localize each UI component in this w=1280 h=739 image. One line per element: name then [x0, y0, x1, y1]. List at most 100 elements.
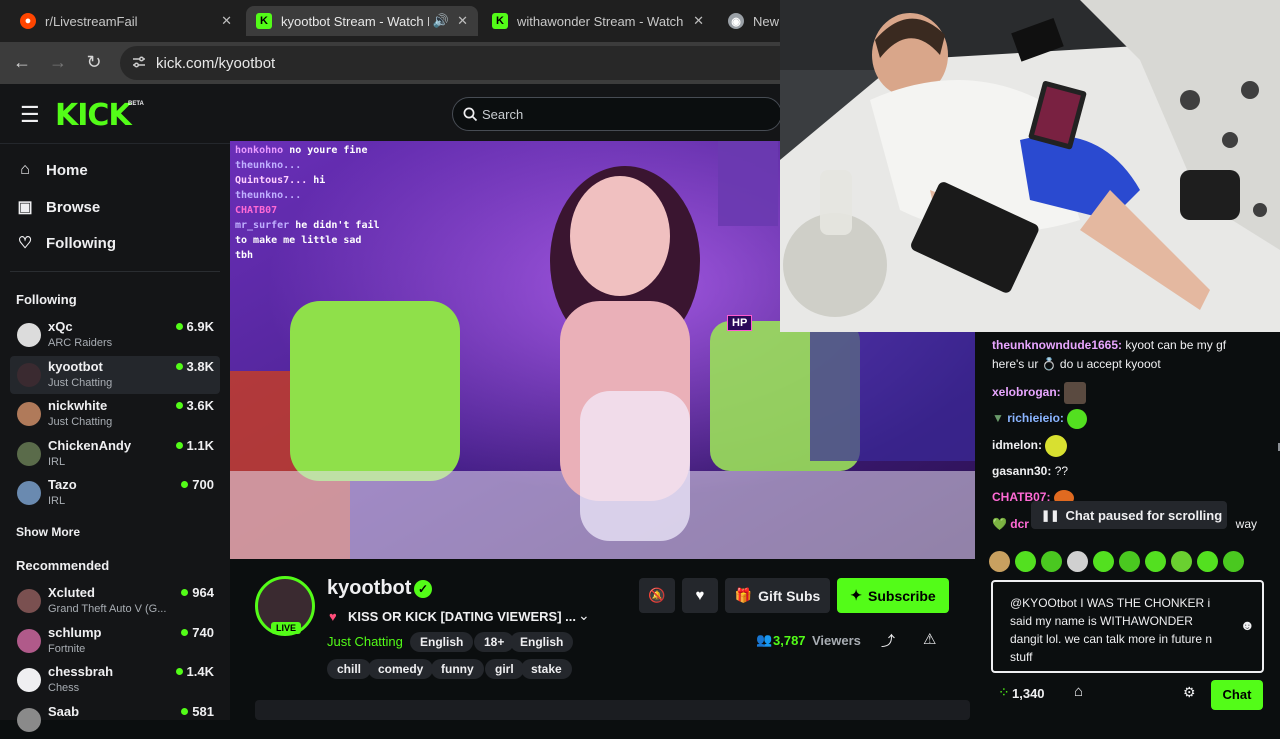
overlay-chat-line: theunkno... — [235, 188, 385, 203]
emote-button[interactable] — [1093, 551, 1114, 572]
kick-icon: K — [256, 13, 272, 29]
chat-username[interactable]: gasann30: — [992, 464, 1051, 478]
viewer-count: 1.4K — [176, 664, 214, 679]
overlay-user: mr_surfer — [235, 220, 290, 231]
chat-username[interactable]: dcr — [1010, 517, 1029, 531]
browse-icon: ▣ — [17, 199, 33, 216]
chevron-down-icon[interactable]: ⌄ — [578, 607, 590, 624]
overlay-chat: honkohno no youre fine theunkno... Quint… — [235, 143, 385, 263]
emote-button[interactable] — [1119, 551, 1140, 572]
chat-username[interactable]: idmelon: — [992, 438, 1042, 452]
forward-icon[interactable]: → — [47, 52, 69, 73]
avatar — [17, 668, 41, 692]
site-settings-icon[interactable] — [132, 55, 146, 69]
chat-username[interactable]: theunknowndude1665: — [992, 338, 1122, 352]
emote-button[interactable] — [1041, 551, 1062, 572]
nav-home[interactable]: ⌂ Home — [16, 161, 88, 179]
url-bar[interactable]: kick.com/kyootbot — [120, 46, 820, 80]
emote-button[interactable] — [1223, 551, 1244, 572]
emoji-icon[interactable]: ☻ — [1240, 617, 1255, 633]
tab-title: r/LivestreamFail — [45, 13, 138, 29]
chat-paused-button[interactable]: ❚❚ Chat paused for scrolling — [1031, 501, 1227, 529]
sidebar-channel-chessbrah[interactable]: chessbrah Chess 1.4K — [10, 661, 220, 699]
subscribe-button[interactable]: ✦ Subscribe — [837, 578, 949, 613]
tab-kyootbot[interactable]: K kyootbot Stream - Watch Live on Kick 🔊… — [246, 6, 478, 36]
gift-icon: 🎁 — [734, 587, 753, 603]
search-placeholder: Search — [482, 107, 524, 122]
sidebar-channel-schlump[interactable]: schlump Fortnite 740 — [10, 622, 220, 660]
tag[interactable]: girl — [485, 659, 524, 679]
chat-input-text: @KYOOtbot I WAS THE CHONKER i said my na… — [1010, 596, 1213, 664]
tag[interactable]: comedy — [368, 659, 434, 679]
chrome-icon: ◉ — [728, 13, 744, 29]
nav-browse[interactable]: ▣ Browse — [16, 197, 100, 217]
tag[interactable]: 18+ — [474, 632, 515, 652]
below-player-panel — [255, 700, 970, 720]
badge-icon: 💚 — [992, 517, 1007, 531]
chat-input[interactable]: @KYOOtbot I WAS THE CHONKER i said my na… — [991, 580, 1264, 673]
search-input[interactable]: Search — [452, 97, 782, 131]
channel-name: kyootbot — [48, 359, 103, 374]
sidebar-channel-tazo[interactable]: Tazo IRL 700 — [10, 474, 220, 512]
show-more-link[interactable]: Show More — [16, 525, 80, 539]
channel-name[interactable]: kyootbot — [327, 577, 411, 600]
follow-button[interactable]: ♥ — [682, 578, 718, 613]
nav-following[interactable]: ♡ Following — [16, 233, 116, 253]
tab-reddit[interactable]: ● r/LivestreamFail ✕ — [10, 6, 242, 36]
channel-name: xQc — [48, 319, 73, 334]
send-chat-button[interactable]: Chat — [1211, 680, 1263, 710]
share-icon[interactable]: ⤴ — [881, 631, 895, 651]
emote-button[interactable] — [1145, 551, 1166, 572]
category-link[interactable]: Just Chatting — [327, 634, 403, 649]
gear-icon[interactable]: ⚙ — [1183, 684, 1196, 701]
points-value[interactable]: 1,340 — [1012, 686, 1045, 701]
emote-button[interactable] — [1015, 551, 1036, 572]
gift-subs-button[interactable]: 🎁 Gift Subs — [725, 578, 830, 613]
channel-category: Fortnite — [48, 643, 86, 655]
emote-button[interactable] — [1171, 551, 1192, 572]
close-icon[interactable]: ✕ — [221, 13, 232, 29]
close-icon[interactable]: ✕ — [693, 13, 704, 29]
picture-in-picture-window[interactable] — [780, 0, 1280, 332]
webcam-frame — [780, 0, 1280, 332]
tab-withawonder[interactable]: K withawonder Stream - Watch Live on Kic… — [482, 6, 714, 36]
sidebar-channel-kyootbot[interactable]: kyootbot Just Chatting 3.8K — [10, 356, 220, 394]
store-icon[interactable]: ⌂ — [1074, 683, 1083, 700]
tag[interactable]: stake — [521, 659, 572, 679]
channel-category: Grand Theft Auto V (G... — [48, 603, 167, 615]
emote-button[interactable] — [1197, 551, 1218, 572]
tag[interactable]: English — [510, 632, 574, 652]
overlay-chat-line: honkohno no youre fine — [235, 143, 385, 158]
overlay-hp: HP — [727, 315, 753, 331]
close-icon[interactable]: ✕ — [457, 13, 468, 29]
emote-button[interactable] — [1067, 551, 1088, 572]
back-icon[interactable]: ← — [11, 52, 33, 73]
chat-username[interactable]: richieieio: — [1007, 411, 1064, 425]
menu-icon[interactable]: ☰ — [20, 102, 40, 128]
sidebar-channel-saab[interactable]: Saab 581 — [10, 701, 220, 739]
tag[interactable]: funny — [431, 659, 484, 679]
sidebar-channel-xcluted[interactable]: Xcluted Grand Theft Auto V (G... 964 — [10, 582, 220, 620]
notifications-off-button[interactable]: 🔕 — [639, 578, 675, 613]
channel-name: chessbrah — [48, 664, 114, 679]
channel-name: ChickenAndy — [48, 438, 132, 453]
chat-message: theunknowndude1665: kyoot can be my gf h… — [992, 336, 1254, 374]
kick-logo[interactable]: KICK — [55, 98, 132, 133]
emote-button[interactable] — [989, 551, 1010, 572]
points-icon: ⁘ — [998, 684, 1010, 700]
sidebar-channel-nickwhite[interactable]: nickwhite Just Chatting 3.6K — [10, 395, 220, 433]
sidebar-channel-xqc[interactable]: xQc ARC Raiders 6.9K — [10, 316, 220, 354]
overlay-user: theunkno... — [235, 190, 302, 201]
tag[interactable]: chill — [327, 659, 372, 679]
overlay-user: Quintous7... — [235, 175, 308, 186]
sidebar-channel-chickenandy[interactable]: ChickenAndy IRL 1.1K — [10, 435, 220, 473]
channel-category: Just Chatting — [48, 416, 113, 428]
tag[interactable]: English — [410, 632, 474, 652]
chat-panel: theunknowndude1665: kyoot can be my gf h… — [975, 333, 1280, 720]
chat-username[interactable]: xelobrogan: — [992, 385, 1061, 399]
channel-name: Xcluted — [48, 585, 95, 600]
speaker-icon[interactable]: 🔊 — [433, 13, 449, 29]
home-icon: ⌂ — [20, 161, 30, 178]
reload-icon[interactable]: ↻ — [83, 52, 105, 73]
report-icon[interactable]: ⚠ — [923, 630, 936, 648]
